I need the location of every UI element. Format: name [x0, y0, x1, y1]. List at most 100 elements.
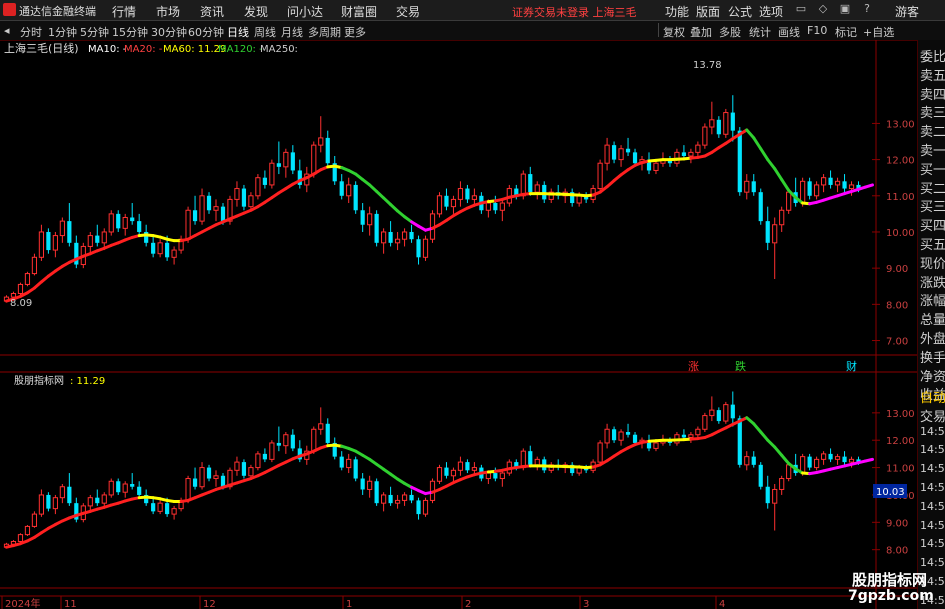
menu-discover[interactable]: 发现: [244, 3, 268, 20]
tool-draw[interactable]: 画线: [778, 24, 800, 40]
sub-candle-up: [779, 478, 785, 490]
sub-candle-down: [339, 456, 344, 468]
side-item-8[interactable]: 买三: [920, 196, 945, 215]
side-bottom-7[interactable]: 14:56: [920, 519, 945, 532]
side-bottom-2[interactable]: 14:56: [920, 425, 945, 438]
main-candle-down: [625, 148, 631, 153]
period-more[interactable]: 更多: [344, 24, 366, 40]
tool-stats[interactable]: 统计: [749, 24, 771, 40]
menu-market[interactable]: 市场: [156, 3, 180, 20]
side-item-1[interactable]: 卖五: [920, 65, 945, 84]
side-item-2[interactable]: 卖四: [920, 84, 945, 103]
menu-quotes[interactable]: 行情: [112, 3, 136, 20]
main-candle-up: [744, 180, 750, 193]
menu-news[interactable]: 资讯: [200, 3, 224, 20]
side-bottom-6[interactable]: 14:56: [920, 500, 945, 513]
period-30min[interactable]: 30分钟: [151, 24, 187, 40]
menu-formula[interactable]: 公式: [728, 3, 752, 20]
menu-trade[interactable]: 交易: [396, 3, 420, 20]
side-item-4[interactable]: 卖二: [920, 121, 945, 140]
period-weekly[interactable]: 周线: [254, 24, 276, 40]
side-bottom-0[interactable]: 自动: [920, 387, 945, 406]
sub-candle-down: [758, 464, 763, 487]
side-item-16[interactable]: 换手: [920, 347, 945, 366]
guest-label[interactable]: 游客: [895, 3, 919, 20]
menu-ask[interactable]: 问小达: [287, 3, 323, 20]
tool-adjust[interactable]: 复权: [663, 24, 685, 40]
kline-chart[interactable]: 13.00 12.00 11.00 10.00 9.00 8.00 7.00 13.00 12.…: [0, 40, 917, 609]
side-bottom-3[interactable]: 14:56: [920, 443, 945, 456]
main-tick-label: 12.00: [886, 156, 915, 167]
side-item-7[interactable]: 买二: [920, 178, 945, 197]
main-chart-panel: [0, 95, 917, 373]
sub-candle-up: [255, 453, 261, 469]
x-tick-label: 4: [719, 599, 725, 609]
main-candle-up: [723, 112, 729, 135]
period-multi[interactable]: 多周期: [308, 24, 341, 40]
sub-candle-down: [290, 434, 295, 449]
main-candle-up: [688, 151, 694, 157]
main-candle-up: [604, 144, 610, 164]
sub-candle-up: [318, 423, 324, 430]
layout-icon[interactable]: ▣: [838, 2, 852, 16]
side-bottom-4[interactable]: 14:56: [920, 462, 945, 475]
period-5min[interactable]: 5分钟: [80, 24, 109, 40]
sub-candle-down: [46, 494, 51, 509]
menu-function[interactable]: 功能: [665, 3, 689, 20]
side-item-13[interactable]: 涨幅: [920, 290, 945, 309]
side-item-5[interactable]: 卖一: [920, 140, 945, 159]
help-icon[interactable]: ?: [860, 2, 874, 16]
main-candle-down: [493, 203, 498, 211]
menu-wealth[interactable]: 财富圈: [341, 3, 377, 20]
main-candle-down: [611, 145, 617, 160]
period-daily[interactable]: 日线: [227, 24, 249, 40]
side-item-6[interactable]: 买一: [920, 159, 945, 178]
period-fenshi[interactable]: 分时: [20, 24, 42, 40]
main-candle-down: [465, 188, 470, 200]
sub-candle-up: [786, 464, 792, 480]
main-candle-up: [52, 235, 58, 251]
side-item-14[interactable]: 总量: [920, 309, 945, 328]
side-item-15[interactable]: 外盘: [920, 328, 945, 347]
side-item-12[interactable]: 涨跌: [920, 272, 945, 291]
side-item-10[interactable]: 买五: [920, 234, 945, 253]
tool-add-watch[interactable]: +自选: [863, 24, 894, 40]
sub-candle-up: [534, 458, 540, 466]
main-candle-down: [528, 174, 533, 193]
period-15min[interactable]: 15分钟: [112, 24, 148, 40]
sub-candle-down: [409, 494, 414, 501]
tool-multi[interactable]: 多股: [719, 24, 741, 40]
tool-mark[interactable]: 标记: [835, 24, 857, 40]
side-item-11[interactable]: 现价: [920, 253, 945, 272]
period-monthly[interactable]: 月线: [281, 24, 303, 40]
main-candle-up: [485, 202, 491, 211]
period-1min[interactable]: 1分钟: [48, 24, 77, 40]
side-bottom-8[interactable]: 14:56: [920, 537, 945, 550]
sub-candle-up: [269, 442, 275, 460]
main-candle-up: [157, 242, 163, 255]
side-item-0[interactable]: 委比: [920, 46, 945, 65]
sub-candle-up: [234, 461, 240, 471]
side-item-17[interactable]: 净资: [920, 366, 945, 385]
sub-candle-down: [730, 404, 735, 419]
sub-candle-down: [751, 456, 756, 465]
tool-overlay[interactable]: 叠加: [690, 24, 712, 40]
restore-icon[interactable]: ▭: [794, 2, 808, 16]
menu-layout[interactable]: 版面: [696, 3, 720, 20]
period-60min[interactable]: 60分钟: [188, 24, 224, 40]
marker-die: 跌: [735, 359, 746, 373]
main-candle-down: [751, 181, 756, 193]
main-candle-down: [758, 192, 763, 222]
menu-options[interactable]: 选项: [759, 3, 783, 20]
period-time[interactable]: ◂: [4, 24, 10, 37]
sub-candle-down: [262, 453, 267, 460]
side-item-3[interactable]: 卖三: [920, 102, 945, 121]
skin-icon[interactable]: ◇: [816, 2, 830, 16]
side-bottom-1[interactable]: 交易: [920, 406, 945, 425]
main-candle-up: [800, 180, 806, 204]
side-item-9[interactable]: 买四: [920, 215, 945, 234]
side-bottom-5[interactable]: 14:56: [920, 481, 945, 494]
main-candle-down: [137, 221, 142, 232]
sub-ma-segment: [773, 445, 784, 457]
tool-f10[interactable]: F10: [807, 24, 827, 37]
